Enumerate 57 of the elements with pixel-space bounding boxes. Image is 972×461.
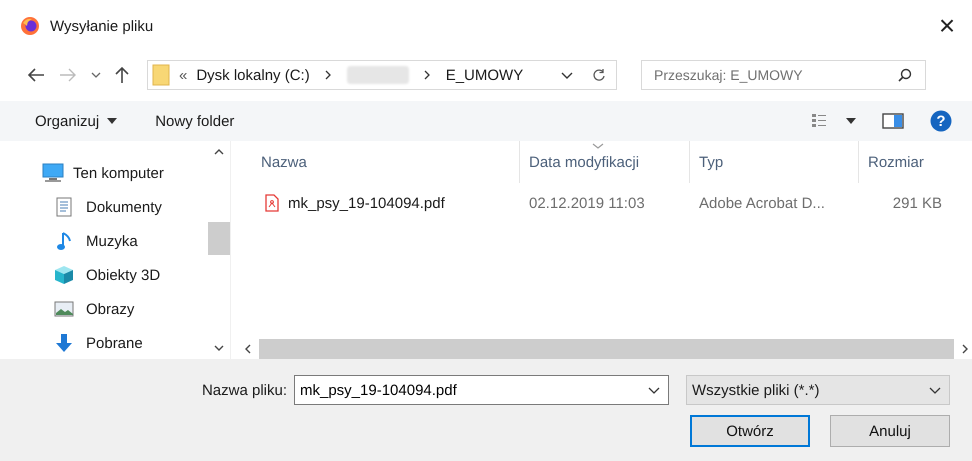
address-bar[interactable]: « Dysk lokalny (C:) E_UMOWY	[147, 60, 617, 90]
scroll-right-icon[interactable]	[962, 344, 968, 354]
chevron-down-icon[interactable]	[91, 72, 101, 78]
blurred-breadcrumb	[346, 66, 409, 84]
back-arrow-icon[interactable]	[27, 68, 45, 82]
browser-logo-icon	[20, 16, 40, 36]
file-name[interactable]: mk_psy_19-104094.pdf	[288, 194, 445, 212]
refresh-icon[interactable]	[592, 68, 606, 82]
sidebar-item[interactable]: Pobrane	[42, 326, 208, 360]
search-icon	[898, 68, 912, 82]
column-header[interactable]: Typ	[690, 141, 859, 183]
column-header[interactable]: Rozmiar	[859, 141, 972, 183]
new-folder-button[interactable]: Nowy folder	[155, 112, 234, 130]
document-icon	[54, 197, 74, 217]
chevron-right-icon[interactable]	[424, 70, 431, 80]
cube-icon	[54, 265, 74, 285]
sidebar-item[interactable]: Obiekty 3D	[42, 258, 208, 292]
open-button[interactable]: Otwórz	[690, 415, 810, 447]
column-header[interactable]: Nazwa	[231, 141, 520, 183]
file-name-label: Nazwa pliku:	[202, 382, 287, 398]
scroll-left-icon[interactable]	[245, 344, 251, 354]
breadcrumb[interactable]: Dysk lokalny (C:)	[196, 66, 310, 84]
file-name-field[interactable]: mk_psy_19-104094.pdf	[294, 375, 669, 405]
overflow-chevron[interactable]: «	[179, 66, 188, 84]
table-cell-text: Adobe Acrobat D...	[698, 194, 826, 212]
up-arrow-icon[interactable]	[115, 66, 129, 84]
column-header[interactable]: Data modyfikacji	[520, 141, 690, 183]
chevron-down-icon[interactable]	[561, 72, 573, 78]
organize-menu-button[interactable]: Organizuj	[35, 112, 100, 130]
folder-icon	[152, 64, 170, 86]
caret-down-icon[interactable]	[107, 118, 118, 124]
scroll-thumb[interactable]	[208, 222, 230, 255]
music-note-icon	[54, 231, 74, 251]
caret-down-icon[interactable]	[846, 118, 856, 124]
table-cell-text: 291 KB	[892, 194, 943, 212]
cancel-button[interactable]: Anuluj	[830, 415, 950, 447]
preview-pane-icon[interactable]	[882, 113, 904, 129]
search-field[interactable]: Przeszukaj: E_UMOWY	[641, 60, 926, 90]
sidebar-item[interactable]: Obrazy	[42, 292, 208, 326]
file-type-dropdown[interactable]: Wszystkie pliki (*.*)	[686, 375, 950, 405]
breadcrumb[interactable]: E_UMOWY	[446, 66, 524, 84]
scroll-up-icon[interactable]	[214, 149, 224, 155]
close-button[interactable]: ×	[922, 10, 972, 42]
chevron-down-icon[interactable]	[929, 386, 941, 394]
pdf-file-icon	[265, 194, 279, 212]
download-arrow-icon	[54, 333, 74, 353]
table-cell-text: 02.12.2019 11:03	[528, 194, 646, 212]
image-icon	[54, 301, 74, 317]
scroll-down-icon[interactable]	[214, 345, 224, 351]
monitor-icon	[42, 163, 64, 183]
window-title: Wysyłanie pliku	[50, 18, 154, 34]
chevron-down-icon[interactable]	[648, 387, 660, 394]
chevron-right-icon[interactable]	[324, 70, 332, 80]
sidebar-item[interactable]: Dokumenty	[42, 190, 208, 224]
help-icon[interactable]: ?	[930, 110, 952, 132]
sidebar-item[interactable]: Ten komputer	[42, 156, 208, 190]
sidebar-item[interactable]: Muzyka	[42, 224, 208, 258]
